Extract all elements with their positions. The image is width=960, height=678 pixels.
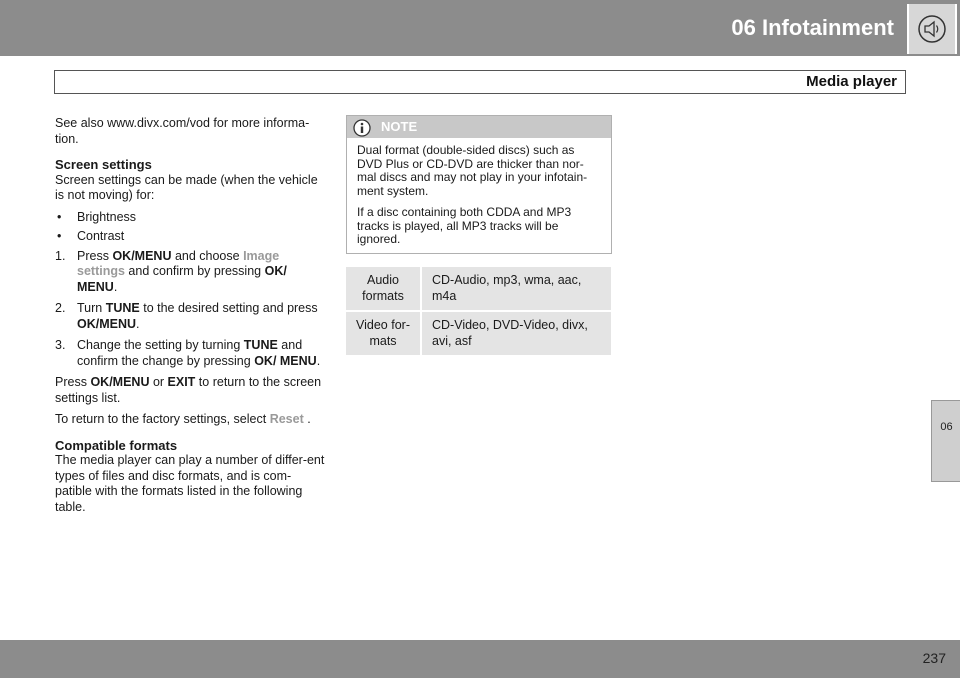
menu-option-reset: Reset: [269, 412, 304, 426]
section-header-bar: Media player: [54, 70, 906, 94]
table-row: Video for-mats CD-Video, DVD-Video, divx…: [346, 310, 611, 355]
chapter-title: 06 Infotainment: [731, 15, 894, 40]
step-1: 1. Press OK/MENU and choose Image setting…: [55, 248, 287, 294]
screen-settings-desc: Screen settings can be made (when the ve…: [55, 172, 318, 203]
note-body: Dual format (double-sided discs) such as…: [347, 138, 611, 247]
intro-text: See also www.divx.com/vod for more infor…: [55, 116, 310, 146]
note-header: NOTE: [347, 116, 611, 138]
screen-settings-heading: Screen settings: [55, 157, 152, 172]
bullet-item: Contrast: [55, 229, 325, 245]
chapter-header-bar: 06 Infotainment: [0, 0, 960, 56]
page-number: 237: [922, 650, 946, 666]
note-paragraph: If a disc containing both CDDA and MP3 t…: [357, 205, 572, 246]
note-box: NOTE Dual format (double-sided discs) su…: [346, 115, 612, 254]
bullet-item: Brightness: [55, 210, 325, 226]
format-list-cell: CD-Audio, mp3, wma, aac, m4a: [421, 267, 611, 311]
speaker-icon-box: [907, 4, 957, 54]
left-column: See also www.divx.com/vod for more infor…: [55, 116, 325, 521]
compatible-formats-desc: The media player can play a number of di…: [55, 453, 325, 514]
step-2: 2. Turn TUNE to the desired setting and p…: [55, 301, 318, 331]
factory-reset-instruction: To return to the factory settings, selec…: [55, 412, 311, 426]
speaker-icon: [918, 15, 946, 43]
format-list-cell: CD-Video, DVD-Video, divx, avi, asf: [421, 310, 611, 355]
side-tab-label: 06: [940, 421, 953, 433]
format-type-cell: Audio formats: [346, 267, 422, 311]
step-3: 3. Change the setting by turning TUNE and…: [55, 338, 321, 368]
formats-table: Audio formats CD-Audio, mp3, wma, aac, m…: [346, 267, 611, 355]
info-icon: [353, 119, 371, 137]
section-title: Media player: [806, 73, 897, 90]
chapter-side-tab: 06: [931, 400, 960, 482]
settings-bullet-list: Brightness Contrast: [55, 210, 325, 245]
return-instruction: Press OK/MENU or EXIT to return to the s…: [55, 375, 322, 405]
note-paragraph: Dual format (double-sided discs) such as…: [357, 143, 588, 198]
format-type-cell: Video for-mats: [346, 310, 422, 355]
table-row: Audio formats CD-Audio, mp3, wma, aac, m…: [346, 267, 611, 311]
footer-bar: 237: [0, 640, 960, 678]
note-label: NOTE: [381, 119, 418, 134]
compatible-formats-heading: Compatible formats: [55, 437, 178, 453]
